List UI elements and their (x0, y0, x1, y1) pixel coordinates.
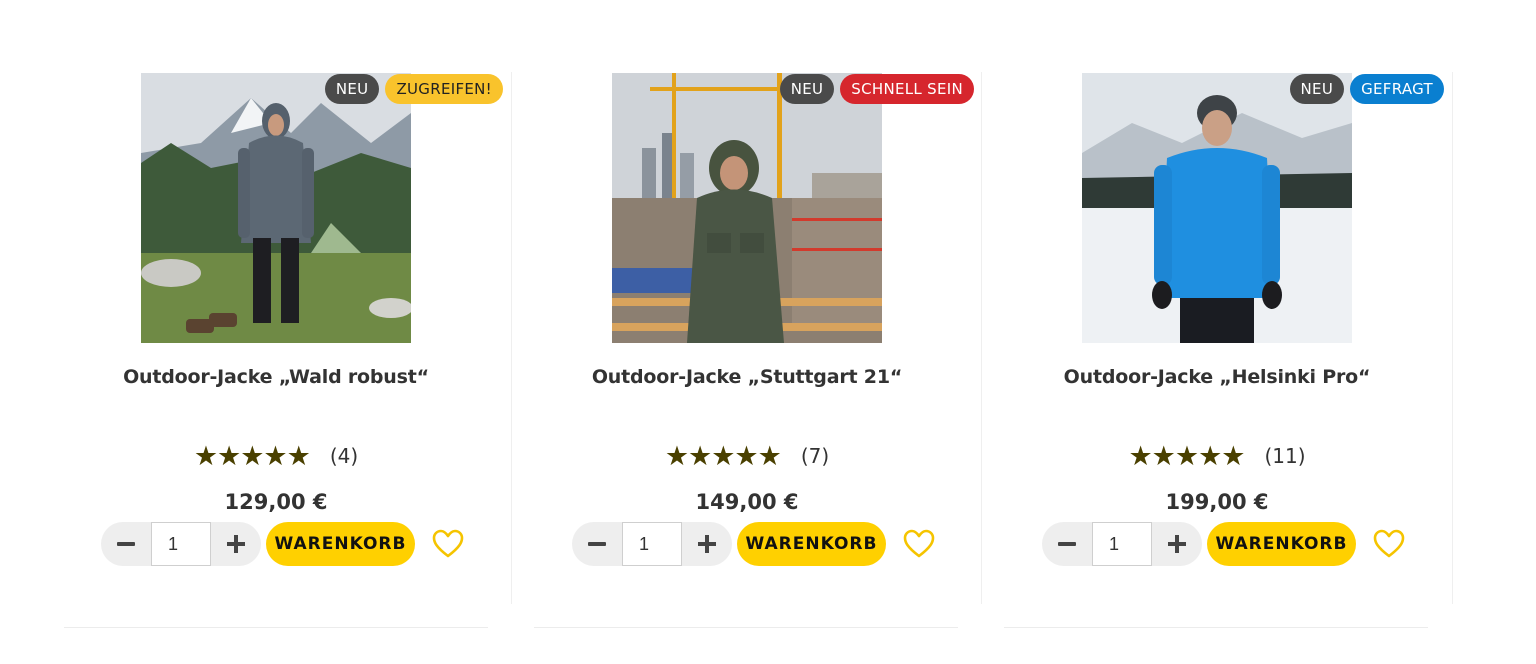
rating-count: (7) (800, 444, 830, 468)
heart-outline-icon (1373, 529, 1405, 558)
badge-promo: Gefragt (1350, 74, 1444, 104)
add-to-cart-button[interactable]: WARENKORB (266, 522, 415, 566)
product-card: Neu Schnell sein Outdoor-Jacke „Stuttgar… (511, 72, 982, 604)
heart-outline-icon (903, 529, 935, 558)
add-to-cart-button[interactable]: WARENKORB (1207, 522, 1356, 566)
quantity-stepper (1042, 522, 1202, 566)
product-photo-green-mountains (141, 73, 411, 343)
quantity-increase-button[interactable] (211, 522, 261, 566)
product-price: 199,00 € (1165, 490, 1269, 514)
quantity-decrease-button[interactable] (1042, 522, 1092, 566)
wishlist-button[interactable] (903, 528, 935, 560)
quantity-decrease-button[interactable] (101, 522, 151, 566)
product-title[interactable]: Outdoor-Jacke „Wald robust“ (41, 366, 511, 388)
quantity-input[interactable] (1092, 522, 1152, 566)
product-rating[interactable]: ★★★★★ (7) (512, 441, 982, 471)
rating-stars-icon: ★★★★★ (664, 441, 782, 471)
quantity-input[interactable] (151, 522, 211, 566)
badge-promo: Zugreifen! (385, 74, 503, 104)
rating-count: (11) (1264, 444, 1306, 468)
badge-group: Neu Gefragt (1289, 74, 1444, 104)
minus-icon (588, 542, 606, 546)
divider (534, 627, 958, 628)
rating-stars-icon: ★★★★★ (1128, 441, 1245, 471)
product-rating[interactable]: ★★★★★ (11) (982, 441, 1452, 471)
wishlist-button[interactable] (432, 528, 464, 560)
product-title[interactable]: Outdoor-Jacke „Helsinki Pro“ (982, 366, 1452, 388)
product-grid: Neu Zugreifen! Outdoor-Jacke „Wald robus… (0, 0, 1536, 664)
rating-count: (4) (329, 444, 359, 468)
rating-stars-icon: ★★★★★ (193, 441, 311, 471)
product-actions: WARENKORB (101, 522, 464, 566)
product-card: Neu Gefragt Outdoor-Jacke „Helsinki Pro“… (981, 72, 1453, 604)
quantity-stepper (101, 522, 261, 566)
badge-group: Neu Zugreifen! (324, 74, 503, 104)
heart-outline-icon (432, 529, 464, 558)
badge-new: Neu (779, 74, 835, 104)
product-image[interactable] (1082, 73, 1352, 343)
product-actions: WARENKORB (572, 522, 935, 566)
product-photo-snow-landscape (1082, 73, 1352, 343)
quantity-increase-button[interactable] (682, 522, 732, 566)
divider (1004, 627, 1428, 628)
product-card: Neu Zugreifen! Outdoor-Jacke „Wald robus… (41, 72, 511, 604)
badge-new: Neu (324, 74, 380, 104)
wishlist-button[interactable] (1373, 528, 1405, 560)
quantity-input[interactable] (622, 522, 682, 566)
product-actions: WARENKORB (1042, 522, 1405, 566)
product-price: 129,00 € (224, 490, 328, 514)
quantity-stepper (572, 522, 732, 566)
product-title[interactable]: Outdoor-Jacke „Stuttgart 21“ (512, 366, 982, 388)
minus-icon (1058, 542, 1076, 546)
add-to-cart-button[interactable]: WARENKORB (737, 522, 886, 566)
product-photo-construction-site (612, 73, 882, 343)
divider (64, 627, 488, 628)
badge-group: Neu Schnell sein (779, 74, 974, 104)
badge-new: Neu (1289, 74, 1345, 104)
product-price: 149,00 € (695, 490, 799, 514)
product-rating[interactable]: ★★★★★ (4) (41, 441, 511, 471)
badge-promo: Schnell sein (840, 74, 974, 104)
product-image[interactable] (612, 73, 882, 343)
quantity-increase-button[interactable] (1152, 522, 1202, 566)
product-image[interactable] (141, 73, 411, 343)
minus-icon (117, 542, 135, 546)
quantity-decrease-button[interactable] (572, 522, 622, 566)
